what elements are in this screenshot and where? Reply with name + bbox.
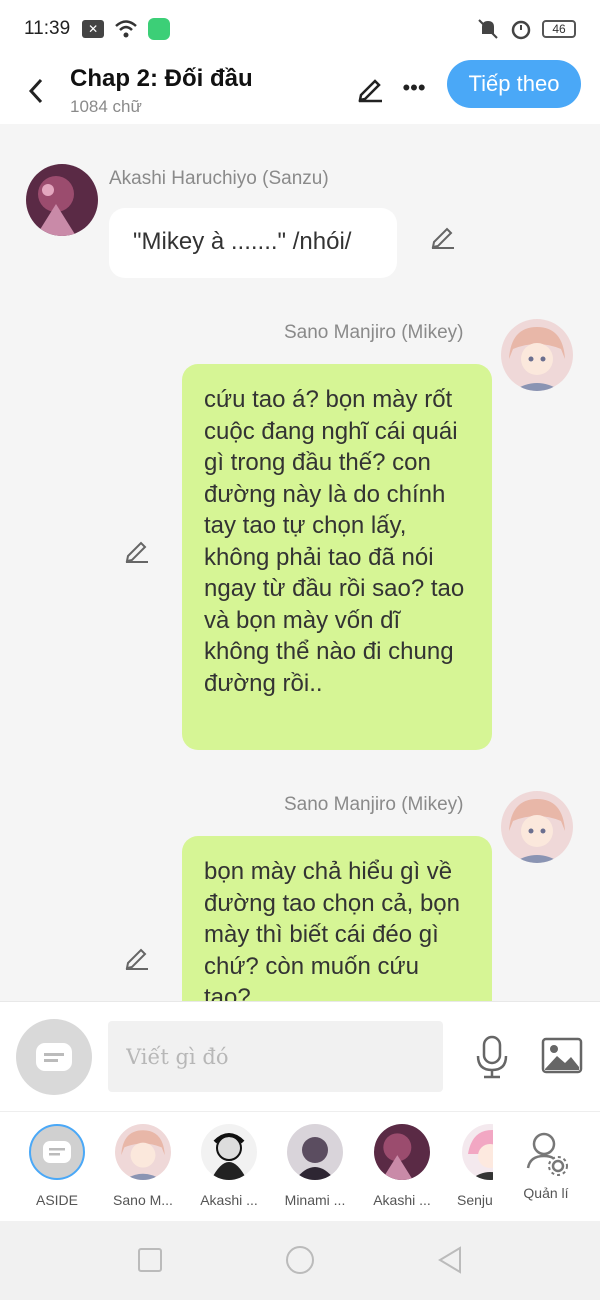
character-bar: ASIDE Sano M... Akashi ... Minami ... Ak… bbox=[0, 1111, 600, 1221]
character-label: Minami ... bbox=[284, 1192, 346, 1208]
back-button[interactable] bbox=[8, 63, 64, 119]
message-input[interactable] bbox=[108, 1021, 443, 1092]
system-nav-bar bbox=[0, 1221, 600, 1300]
character-label: Sano M... bbox=[113, 1192, 173, 1208]
status-time: 11:39 bbox=[24, 18, 71, 39]
message-bubble[interactable]: cứu tao á? bọn mày rốt cuộc đang nghĩ cá… bbox=[182, 364, 492, 750]
edit-message-icon[interactable] bbox=[122, 535, 152, 565]
character-label: Quản lí bbox=[523, 1185, 569, 1201]
avatar bbox=[201, 1124, 257, 1180]
sender-name: Sano Manjiro (Mikey) bbox=[284, 322, 464, 343]
character-label: ASIDE bbox=[35, 1192, 78, 1208]
edit-chapter-button[interactable] bbox=[350, 68, 390, 108]
user-settings-icon bbox=[526, 1132, 568, 1176]
chapter-header: Chap 2: Đối đầu 1084 chữ ••• Tiếp theo bbox=[0, 58, 600, 124]
character-label: Akashi ... bbox=[373, 1192, 431, 1208]
microphone-icon[interactable] bbox=[472, 1034, 512, 1080]
battery-indicator: 46 bbox=[542, 20, 576, 38]
character-minami[interactable]: Minami ... bbox=[275, 1124, 355, 1208]
edit-message-icon[interactable] bbox=[428, 221, 458, 251]
character-senju[interactable]: Senju bbox=[447, 1124, 493, 1208]
avatar-mikey[interactable] bbox=[501, 791, 573, 863]
avatar bbox=[462, 1124, 493, 1180]
manage-characters-button[interactable]: Quản lí bbox=[506, 1124, 586, 1201]
more-icon: ••• bbox=[402, 75, 426, 100]
app-notification-icon bbox=[148, 18, 171, 40]
composer-bar bbox=[0, 1001, 600, 1111]
avatar bbox=[287, 1124, 343, 1180]
character-akashi[interactable]: Akashi ... bbox=[189, 1124, 269, 1208]
message-bubble[interactable]: "Mikey à ......." /nhói/ bbox=[109, 208, 397, 278]
next-chapter-button[interactable]: Tiếp theo bbox=[447, 60, 581, 108]
recent-apps-icon[interactable] bbox=[134, 1244, 166, 1276]
message-bubble[interactable]: bọn mày chả hiểu gì về đường tao chọn cả… bbox=[182, 836, 492, 1001]
chat-bubble-icon bbox=[36, 1043, 72, 1071]
avatar bbox=[374, 1124, 430, 1180]
aside-toggle-button[interactable] bbox=[16, 1019, 92, 1095]
notification-icon: ✕ bbox=[82, 20, 105, 38]
wifi-icon bbox=[115, 20, 137, 38]
image-icon[interactable] bbox=[541, 1036, 583, 1076]
character-sano[interactable]: Sano M... bbox=[103, 1124, 183, 1208]
chevron-left-icon bbox=[28, 78, 43, 104]
pencil-icon bbox=[358, 79, 382, 103]
mute-icon bbox=[478, 19, 498, 39]
avatar-akashi[interactable] bbox=[26, 164, 98, 236]
more-options-button[interactable]: ••• bbox=[398, 68, 430, 108]
aside-avatar bbox=[29, 1124, 85, 1180]
word-count: 1084 chữ bbox=[70, 97, 142, 116]
character-label: Senju bbox=[457, 1192, 493, 1208]
status-bar: 11:39 ✕ 46 bbox=[0, 0, 600, 58]
character-aside[interactable]: ASIDE bbox=[17, 1124, 97, 1208]
character-akashi-2[interactable]: Akashi ... bbox=[362, 1124, 442, 1208]
chat-area[interactable]: Akashi Haruchiyo (Sanzu) "Mikey à ......… bbox=[0, 124, 600, 1001]
sender-name: Akashi Haruchiyo (Sanzu) bbox=[109, 168, 329, 189]
back-nav-icon[interactable] bbox=[434, 1244, 466, 1276]
sender-name: Sano Manjiro (Mikey) bbox=[284, 794, 464, 815]
avatar-mikey[interactable] bbox=[501, 319, 573, 391]
character-label: Akashi ... bbox=[200, 1192, 258, 1208]
edit-message-icon[interactable] bbox=[122, 942, 152, 972]
chapter-title: Chap 2: Đối đầu bbox=[70, 65, 253, 92]
avatar bbox=[115, 1124, 171, 1180]
alarm-icon bbox=[511, 20, 531, 40]
home-icon[interactable] bbox=[284, 1244, 316, 1276]
